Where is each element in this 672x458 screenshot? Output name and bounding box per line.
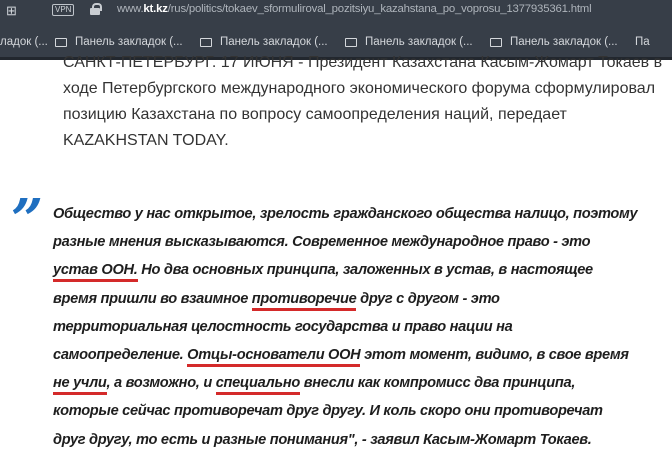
quote-text: , а возможно, и [106, 375, 216, 392]
quote-line: не учли, а возможно, и специально внесли… [53, 369, 668, 397]
quote-text: Но два основных принципа, заложенных в у… [137, 262, 593, 279]
url-domain: kt.kz [143, 3, 168, 15]
apps-grid-icon[interactable]: ⊞ [6, 3, 20, 18]
url-path: /rus/politics/tokaev_sformuliroval_pozit… [167, 3, 592, 15]
article-lead: САНКТ-ПЕТЕРБУРГ. 17 ИЮНЯ - Президент Каз… [63, 54, 663, 149]
highlight-underline: специально [215, 375, 300, 396]
quote-line: самоопределение. Отцы-основатели ООН это… [53, 341, 668, 369]
article-quote: Общество у нас открытое, зрелость гражда… [53, 200, 668, 454]
bookmark-item[interactable]: Па [635, 36, 659, 48]
bookmark-item[interactable]: Панель закладок (... [55, 36, 200, 48]
quote-line: друг другу, то есть и разные понимания",… [53, 431, 592, 448]
bookmark-item[interactable]: ладок (... [0, 36, 55, 48]
folder-icon [55, 37, 67, 47]
vpn-badge[interactable]: VPN [52, 4, 75, 16]
quote-line: территориальная целостность государства … [53, 318, 513, 335]
quote-line: устав ООН. Но два основных принципа, зал… [53, 256, 668, 284]
lock-icon[interactable] [90, 3, 102, 15]
highlight-underline: Отцы-основатели ООН [187, 347, 361, 368]
folder-icon [490, 37, 502, 47]
bookmark-item[interactable]: Панель закладок (... [490, 36, 635, 48]
bookmark-label: Панель закладок (... [365, 36, 473, 48]
bookmark-label: ладок (... [0, 36, 48, 48]
quote-text: внесли как компромисс два принципа, [299, 375, 576, 392]
folder-icon [200, 37, 212, 47]
bookmarks-bar: ладок (... Панель закладок (... Панель з… [0, 36, 672, 48]
folder-icon [345, 37, 357, 47]
url-prefix: www. [117, 3, 144, 15]
address-bar[interactable]: www.kt.kz/rus/politics/tokaev_sformuliro… [117, 3, 667, 15]
bookmark-item[interactable]: Панель закладок (... [345, 36, 490, 48]
quote-line: разные мнения высказываются. Современное… [53, 234, 591, 251]
quote-text: друг с другом - это [356, 290, 500, 307]
quote-mark-icon: ” [11, 187, 44, 253]
quote-text: время пришли во взаимное [53, 290, 252, 307]
quote-line: время пришли во взаимное противоречие др… [53, 285, 668, 313]
bookmark-label: Панель закладок (... [510, 36, 618, 48]
highlight-underline: противоречие [251, 290, 357, 311]
highlight-underline: не учли [53, 375, 107, 396]
bookmark-item[interactable]: Панель закладок (... [200, 36, 345, 48]
bookmark-label: Панель закладок (... [75, 36, 183, 48]
highlight-underline: устав ООН. [53, 262, 138, 283]
bookmark-label: Панель закладок (... [220, 36, 328, 48]
quote-line: которые сейчас противоречат друг другу. … [53, 403, 603, 420]
quote-text: этот момент, видимо, в свое время [360, 347, 629, 364]
quote-text: самоопределение. [53, 347, 188, 364]
bookmark-label: Па [635, 36, 650, 48]
quote-line: Общество у нас открытое, зрелость гражда… [53, 206, 638, 222]
